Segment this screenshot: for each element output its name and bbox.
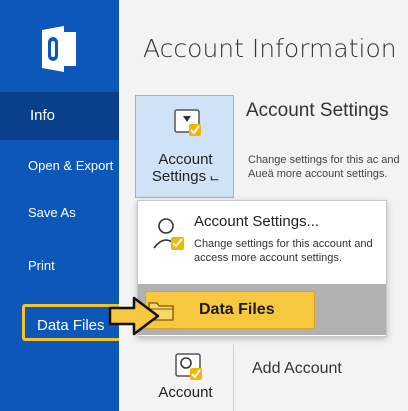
sidebar-item-print[interactable]: Print <box>0 258 119 273</box>
sidebar-item-label: Print <box>28 258 55 273</box>
menu-item-data-files[interactable]: Data Files <box>145 291 315 329</box>
person-check-icon <box>153 218 184 250</box>
outlook-logo-icon <box>42 26 76 72</box>
menu-item-account-settings[interactable]: Account Settings... <box>194 213 319 230</box>
tile-label-line1: Account <box>158 151 213 168</box>
sidebar-item-label: Save As <box>28 205 76 220</box>
sidebar-item-label: Info <box>30 107 56 124</box>
add-account-button[interactable]: Account <box>137 344 234 411</box>
sidebar-item-save-as[interactable]: Save As <box>0 205 119 220</box>
menu-item-account-settings-desc: Change settings for this account and acc… <box>194 238 373 264</box>
tile-label-line2: Settings ⨽ <box>151 168 220 185</box>
arrow-pointer-icon <box>108 296 160 336</box>
sidebar-item-label: Data Files <box>37 317 105 334</box>
sidebar-item-info[interactable]: Info <box>0 92 119 140</box>
sidebar-item-open-export[interactable]: Open & Export <box>0 158 119 173</box>
sidebar-item-label: Open & Export <box>28 158 114 173</box>
account-settings-description: Change settings for this ac and Aueä mor… <box>248 154 400 180</box>
add-account-tile-label: Account <box>158 384 213 401</box>
account-settings-tile-label: Account Settings ⨽ <box>136 151 235 185</box>
add-account-heading: Add Account <box>252 360 342 377</box>
page-title: Account Information <box>143 34 397 63</box>
account-settings-heading: Account Settings <box>246 100 389 121</box>
account-settings-icon <box>174 109 201 136</box>
menu-item-data-files-label: Data Files <box>199 301 275 318</box>
account-settings-button[interactable]: Account Settings ⨽ <box>135 95 234 198</box>
add-account-icon <box>175 353 202 380</box>
sidebar: Info Open & Export Save As Print <box>0 0 119 411</box>
